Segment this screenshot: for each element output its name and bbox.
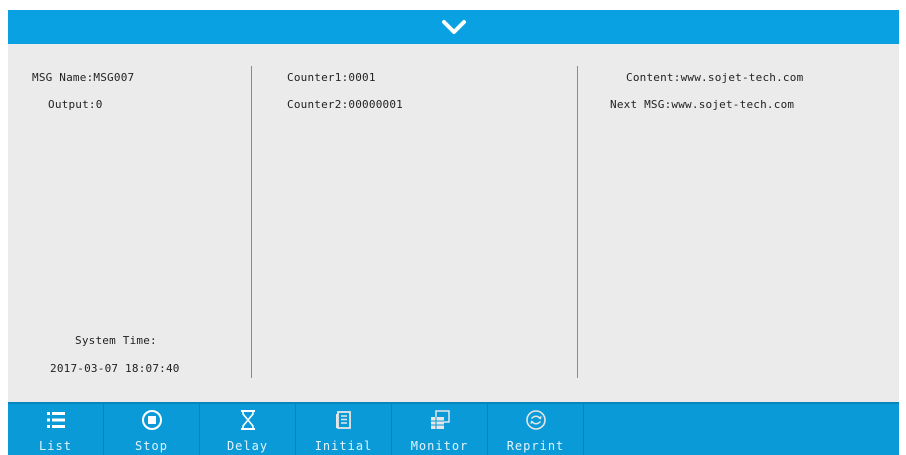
- counter2: Counter2:00000001: [287, 98, 403, 111]
- monitor-label: Monitor: [410, 439, 469, 453]
- reprint-button[interactable]: Reprint: [488, 404, 584, 455]
- stop-icon: [141, 410, 162, 430]
- column-divider: [251, 66, 252, 378]
- delay-button[interactable]: Delay: [200, 404, 296, 455]
- system-time-value: 2017-03-07 18:07:40: [50, 362, 180, 375]
- collapse-bar[interactable]: [8, 10, 899, 44]
- main-screen: MSG Name:MSG007 Output:0 System Time: 20…: [8, 10, 899, 455]
- initial-label: Initial: [314, 439, 373, 453]
- reprint-icon: [525, 410, 546, 430]
- column-divider: [577, 66, 578, 378]
- status-panel: MSG Name:MSG007 Output:0 System Time: 20…: [8, 44, 899, 402]
- stop-label: Stop: [135, 439, 168, 453]
- counter1: Counter1:0001: [287, 71, 376, 84]
- initial-button[interactable]: Initial: [296, 404, 392, 455]
- bottom-toolbar: List Stop Delay Initial Monitor Reprint: [8, 402, 899, 455]
- monitor-button[interactable]: Monitor: [392, 404, 488, 455]
- next-msg-value: Next MSG:www.sojet-tech.com: [610, 98, 795, 111]
- delay-label: Delay: [226, 439, 269, 453]
- chevron-down-icon[interactable]: [441, 18, 467, 36]
- list-icon: [46, 412, 65, 428]
- output-count: Output:0: [48, 98, 103, 111]
- reprint-label: Reprint: [506, 439, 565, 453]
- monitor-icon: [430, 410, 450, 429]
- list-button[interactable]: List: [8, 404, 104, 455]
- hourglass-icon: [240, 410, 255, 430]
- content-value: Content:www.sojet-tech.com: [626, 71, 804, 84]
- list-label: List: [39, 439, 72, 453]
- msg-name: MSG Name:MSG007: [32, 71, 135, 84]
- system-time-label: System Time:: [75, 334, 157, 347]
- stop-button[interactable]: Stop: [104, 404, 200, 455]
- document-icon: [335, 411, 351, 429]
